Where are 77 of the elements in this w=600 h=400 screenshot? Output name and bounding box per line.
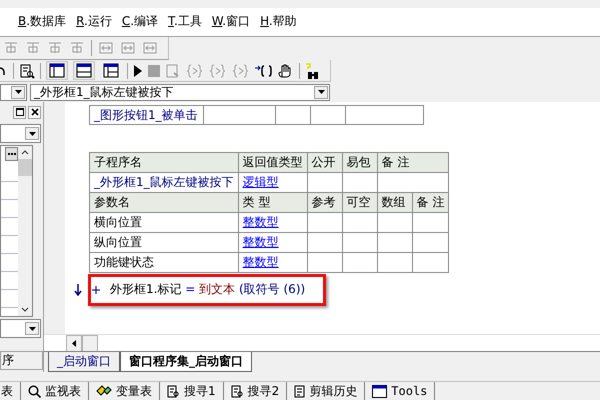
panel-tab[interactable]: 监视表 [21,382,89,400]
align-middle-icon[interactable] [25,40,41,56]
find-icon[interactable] [19,62,35,79]
menu-item[interactable]: H.帮助 [260,13,297,30]
event-name-cell: _图形按钮1_被单击 [90,106,204,125]
header-cell: 返回值类型 [238,152,308,173]
size-icon[interactable] [142,40,158,56]
header-cell: 备 注 [412,192,449,213]
event-dropdown[interactable]: _外形框1_鼠标左键被按下 [30,84,330,101]
scroll-down-icon[interactable] [21,307,29,312]
step-into-icon[interactable] [255,62,273,79]
panel-dropdown[interactable] [0,319,41,338]
menu-item[interactable]: W.窗口 [212,13,250,30]
header-cell: 易包 [342,152,378,173]
panel-tab[interactable]: 变量表 [89,382,160,400]
scroll-thumb[interactable] [18,159,32,176]
width-icon[interactable] [98,40,114,56]
layout-icon[interactable] [76,63,92,78]
find-icon [230,384,244,398]
down-arrow-icon [74,284,82,296]
header-cell: 类 型 [238,192,308,213]
find-icon [167,384,180,398]
menu-item[interactable]: C.编译 [122,13,158,30]
header-cell: 数组 [377,192,412,213]
property-list[interactable] [0,145,33,318]
document-icon [294,384,306,398]
variables-icon [96,385,112,398]
more-icon [8,153,16,156]
brace-icon[interactable] [186,62,204,79]
header-cell: 子程序名 [90,152,238,173]
menu-item[interactable]: R.运行 [76,13,112,30]
close-button[interactable] [28,106,41,119]
object-dropdown[interactable] [0,84,27,101]
parameter-name-cell: 纵向位置 [90,232,238,253]
dropdown-arrow-icon [318,90,324,94]
dropdown-arrow-icon [28,132,36,136]
align-spacing-icon[interactable] [47,40,63,56]
align-top-icon[interactable] [3,40,19,56]
scroll-thumb[interactable] [82,335,98,352]
panel-tab[interactable]: 表 [0,382,21,400]
editor-tab[interactable]: _启动窗口 [48,352,120,372]
scroll-left-icon[interactable] [72,340,76,348]
panel-tab[interactable]: 搜寻2 [224,382,288,400]
panel-tab[interactable]: 序 [0,351,43,370]
panel-tab[interactable]: 搜寻1 [160,382,224,400]
dropdown-arrow-icon [28,326,36,331]
scrollbar[interactable] [18,146,32,316]
panel-tab[interactable]: 剪辑历史 [287,382,366,400]
code-editor[interactable]: _图形按钮1_被单击 子程序名 返回值类型 公开 易包 备 注 _外形框1_鼠标左键被按下 逻辑型 参数名 类 型 参考 可空 数组 备 注 横向位置 整数型 纵向位置 整数型 功能键状态 整数型 外形框1.标记 = 到文本 (取符号 (6)) [44,102,600,334]
scroll-up-icon[interactable] [21,150,29,156]
plus-icon [92,286,100,294]
maximize-button[interactable] [13,106,26,119]
dropdown-arrow-icon [14,90,22,94]
header-cell: 公开 [307,152,342,173]
align-vertical-icon[interactable] [69,40,85,56]
menu-item[interactable]: B.数据库 [18,13,66,30]
panel-dropdown[interactable] [0,124,41,144]
magnifier-icon [28,384,41,398]
parameter-name-cell: 功能键状态 [90,252,238,273]
run-icon[interactable] [133,64,143,78]
brace-icon[interactable] [232,62,250,79]
header-cell: 备 注 [377,152,449,173]
layout-icon[interactable] [49,63,65,78]
stop-icon[interactable] [148,64,160,77]
binoculars-icon[interactable] [305,62,321,80]
parameter-name-cell: 横向位置 [90,212,238,233]
header-cell: 参考 [307,192,342,213]
header-cell: 参数名 [90,192,238,213]
editor-tab[interactable]: 窗口程序集_启动窗口 [120,352,252,372]
window-icon [372,384,388,398]
menu-item[interactable]: T.工具 [168,13,202,30]
code-statement[interactable]: 外形框1.标记 = 到文本 (取符号 (6)) [110,281,306,298]
brace-icon[interactable] [209,62,227,79]
scrollbar[interactable] [44,334,600,352]
header-cell: 可空 [342,192,378,213]
layout-icon[interactable] [103,63,119,78]
panel-tab[interactable]: Tools [365,382,436,400]
